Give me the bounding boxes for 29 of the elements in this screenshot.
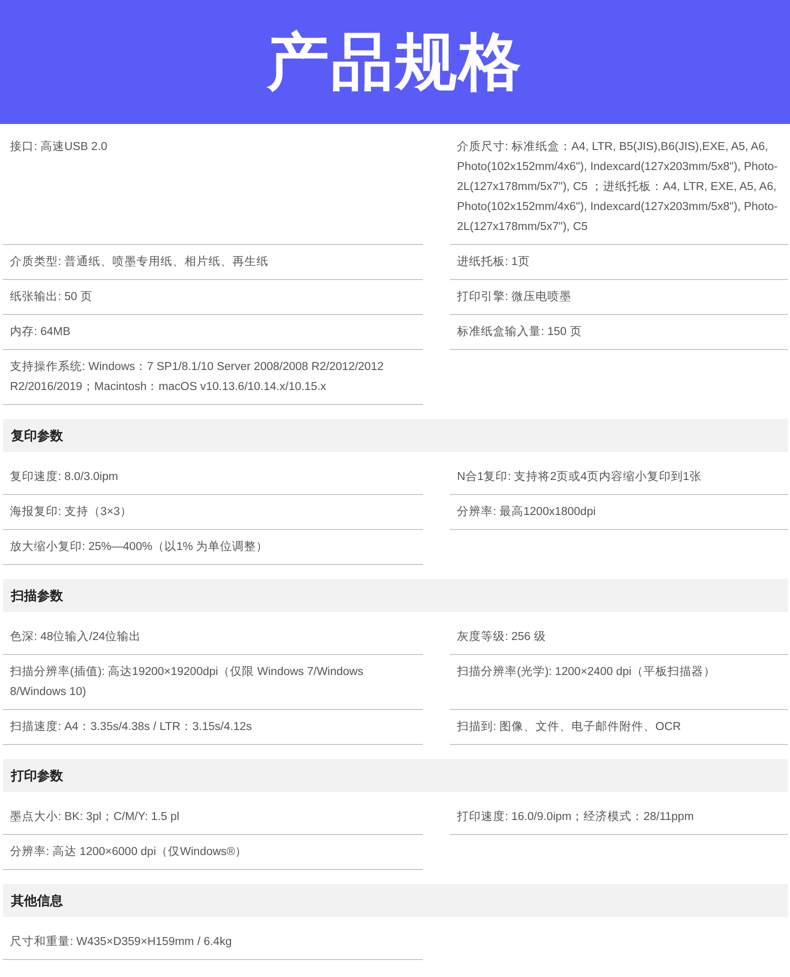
banner-title: 产品规格 (267, 27, 523, 99)
spec-item: 内存: 64MB (3, 315, 423, 350)
spec-item: 海报复印: 支持（3×3） (3, 495, 423, 530)
spec-item: 标准纸盒输入量: 150 页 (450, 315, 788, 350)
spec-item: 放大缩小复印: 25%—400%（以1% 为单位调整） (3, 530, 423, 565)
spec-item: 分辨率: 最高1200x1800dpi (450, 495, 788, 530)
spec-item: N合1复印: 支持将2页或4页内容缩小复印到1张 (450, 460, 788, 495)
section-heading: 其他信息 (3, 884, 788, 917)
section-heading: 扫描参数 (3, 579, 788, 612)
spec-item: 扫描分辨率(插值): 高达19200×19200dpi（仅限 Windows 7/Windows 8/Windows 10) (3, 655, 423, 710)
spec-item: 介质类型: 普通纸、喷墨专用纸、相片纸、再生纸 (3, 245, 423, 280)
spec-item: 打印引擎: 微压电喷墨 (450, 280, 788, 315)
spec-item: 纸张输出: 50 页 (3, 280, 423, 315)
spec-item: 进纸托板: 1页 (450, 245, 788, 280)
spec-item: 尺寸和重量: W435×D359×H159mm / 6.4kg (3, 925, 423, 960)
spec-item: 接口: 高速USB 2.0 (3, 130, 423, 245)
spec-item: 介质尺寸: 标准纸盒：A4, LTR, B5(JIS),B6(JIS),EXE, A5, A6, Photo(102x152mm/4x6"), Indexcard(127x203mm/5x8"), Photo-2L(127x178mm/5x7"), C5 ；进纸托板：A4, LTR, EXE, A5, A6, Photo(102x152mm/4x6"), Indexcard(127x203mm/5x8"), Photo-2L(127x178mm/5x7"), C5 (450, 130, 788, 245)
spec-item: 支持操作系统: Windows：7 SP1/8.1/10 Server 2008/2008 R2/2012/2012 R2/2016/2019；Macintosh：macOS v10.13.6/10.14.x/10.15.x (3, 350, 423, 405)
spec-item: 打印速度: 16.0/9.0ipm；经济模式：28/11ppm (450, 800, 788, 835)
spec-item: 色深: 48位输入/24位输出 (3, 620, 423, 655)
spec-item: 墨点大小: BK: 3pl；C/M/Y: 1.5 pl (3, 800, 423, 835)
section-heading: 复印参数 (3, 419, 788, 452)
spec-item: 分辨率: 高达 1200×6000 dpi（仅Windows®） (3, 835, 423, 870)
spec-item: 扫描到: 图像、文件、电子邮件附件、OCR (450, 710, 788, 745)
spec-item: 灰度等级: 256 级 (450, 620, 788, 655)
spec-item: 扫描速度: A4：3.35s/4.38s / LTR：3.15s/4.12s (3, 710, 423, 745)
spec-item: 复印速度: 8.0/3.0ipm (3, 460, 423, 495)
spec-item: 扫描分辨率(光学): 1200×2400 dpi（平板扫描器） (450, 655, 788, 710)
section-heading: 打印参数 (3, 759, 788, 792)
